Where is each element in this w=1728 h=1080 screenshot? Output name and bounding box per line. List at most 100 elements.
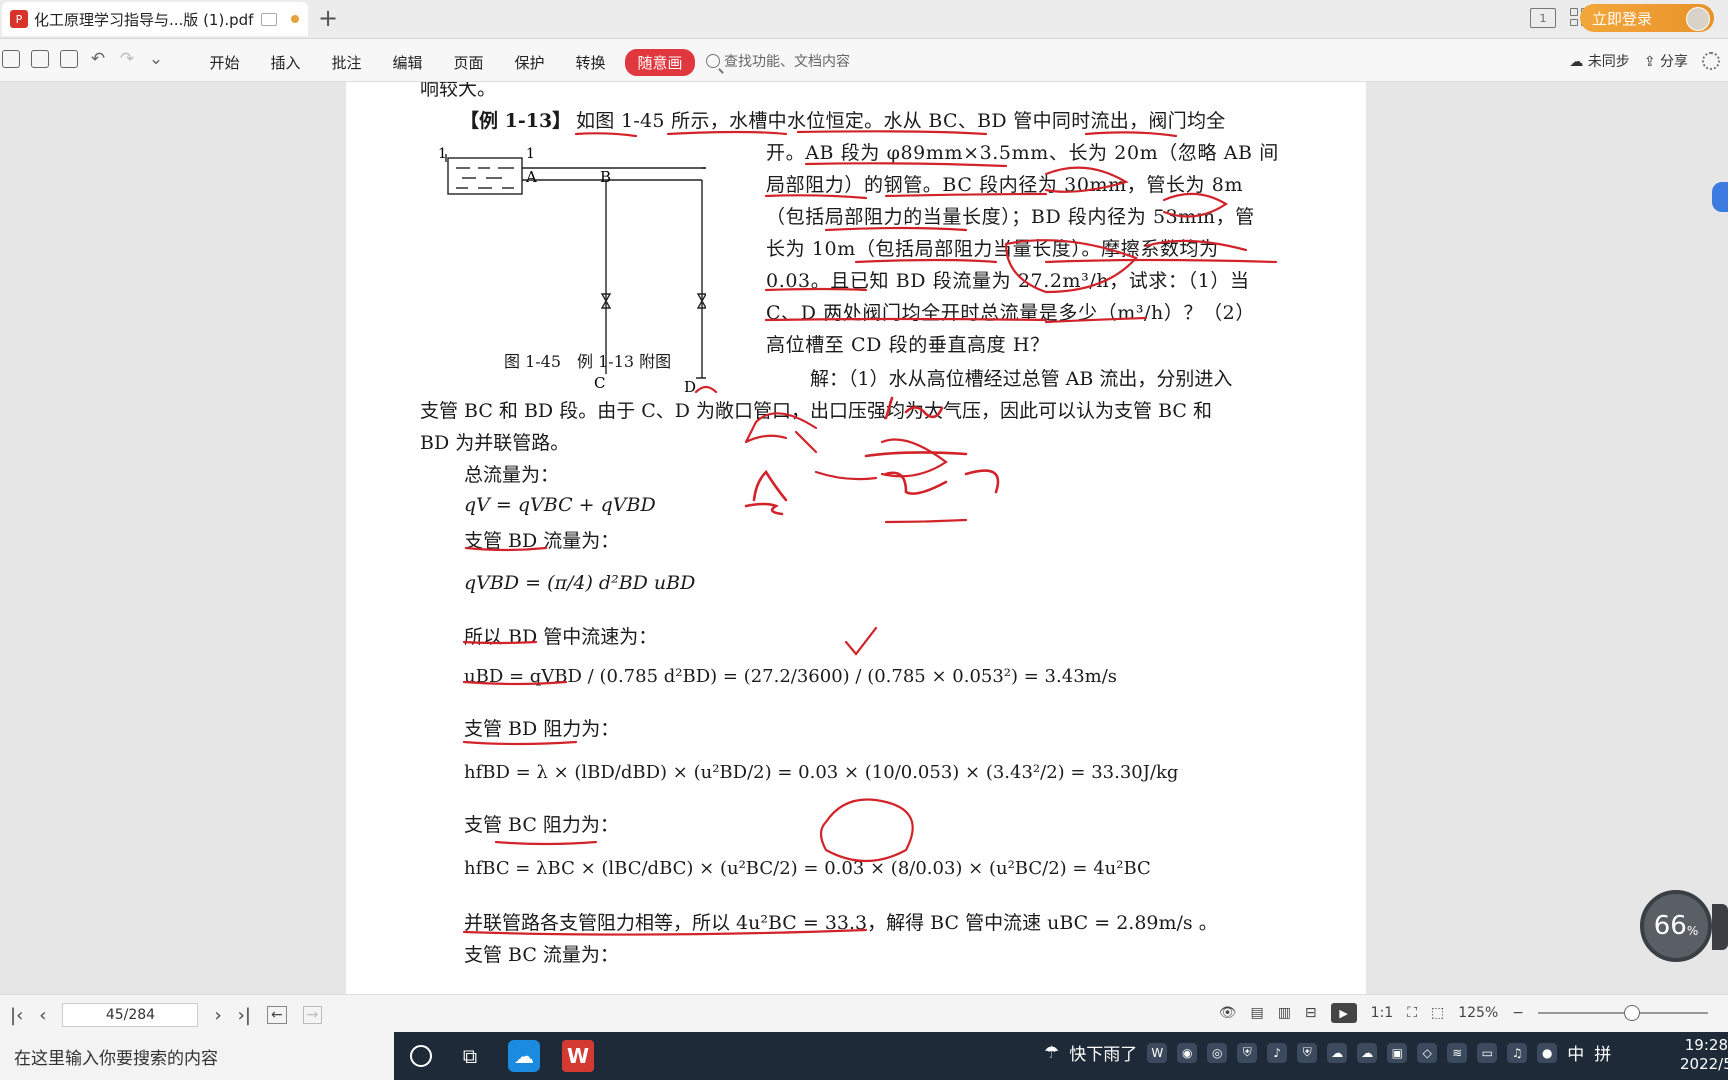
prev-page-icon[interactable]: ‹ xyxy=(39,1005,46,1026)
problem-line-3: 局部阻力）的钢管。BC 段内径为 30mm，管长为 8m xyxy=(766,174,1244,196)
system-tray: ☂ 快下雨了 W ◉ ◎ ⛨ ♪ ⛨ ☁ ☁ ▣ ◇ ≋ ▭ ♫ ● 中 拼 xyxy=(1044,1040,1611,1065)
total-flow-label: 总流量为： xyxy=(464,464,560,486)
new-tab-icon[interactable]: + xyxy=(318,4,338,32)
battery-icon[interactable]: ▭ xyxy=(1477,1042,1498,1063)
cortana-icon[interactable] xyxy=(410,1045,432,1067)
share-button[interactable]: ⇪ 分享 xyxy=(1644,51,1688,71)
menu-edit[interactable]: 编辑 xyxy=(377,49,438,76)
system-clock[interactable]: 19:28 2022/5 xyxy=(1680,1036,1728,1074)
toolbar-right: ☁ 未同步 ⇪ 分享 xyxy=(1569,51,1720,71)
menu-page[interactable]: 页面 xyxy=(438,49,499,76)
feature-search[interactable]: 查找功能、文档内容 xyxy=(706,51,850,71)
page-navigation: |‹ ‹ 45/284 › ›| ← → xyxy=(10,1003,323,1027)
speed-widget[interactable]: 66% xyxy=(1640,890,1712,962)
monitor-icon[interactable] xyxy=(261,12,278,26)
tray-misc-icon[interactable]: ◇ xyxy=(1417,1042,1438,1063)
eye-protect-icon[interactable]: 👁 xyxy=(1219,1005,1237,1021)
ime-indicator[interactable]: 中 xyxy=(1567,1040,1584,1065)
more-down-icon[interactable]: ⌄ xyxy=(147,50,165,68)
parallel-statement: 并联管路各支管阻力相等，所以 4u²BC = 33.3，解得 BC 管中流速 u… xyxy=(464,912,1218,934)
search-placeholder: 查找功能、文档内容 xyxy=(724,54,850,70)
actual-size-button[interactable]: 1:1 xyxy=(1371,1005,1394,1021)
menu-annotate[interactable]: 批注 xyxy=(316,49,377,76)
tray-wechat-icon[interactable]: ◉ xyxy=(1177,1042,1198,1063)
login-button[interactable]: 立即登录 xyxy=(1580,4,1714,32)
tray-wps-icon[interactable]: W xyxy=(1147,1042,1168,1063)
label-1b: 1 xyxy=(526,146,535,162)
eq-hfbc: hfBC = λBC × (lBC/dBC) × (u²BC/2) = 0.03… xyxy=(464,858,1151,879)
document-viewport[interactable]: 响较大。 【例 1-13】 如图 1-45 所示，水槽中水位恒定。水从 BC、B… xyxy=(0,82,1728,994)
volume-icon[interactable]: ♫ xyxy=(1507,1042,1528,1063)
wps-pdf-icon[interactable]: W xyxy=(562,1040,594,1072)
play-icon[interactable]: ▶ xyxy=(1330,1003,1357,1023)
zoom-level[interactable]: 125% xyxy=(1458,1005,1498,1021)
tray-mic-icon[interactable]: ♪ xyxy=(1267,1042,1288,1063)
tray-app2-icon[interactable]: ☁ xyxy=(1357,1042,1378,1063)
problem-line-7: C、D 两处阀门均全开时总流量是多少（m³/h）？（2） xyxy=(766,302,1255,324)
tab-title: 化工原理学习指导与...版 (1).pdf xyxy=(34,10,254,29)
zoom-out-icon[interactable]: − xyxy=(1512,1005,1524,1021)
side-assistant-icon[interactable] xyxy=(1712,182,1728,212)
solution-line-1: 解：（1）水从高位槽经过总管 AB 流出，分别进入 xyxy=(810,368,1233,390)
zoom-slider[interactable] xyxy=(1538,1005,1708,1021)
tray-qq-icon[interactable]: ● xyxy=(1537,1042,1558,1063)
menu-insert[interactable]: 插入 xyxy=(255,49,316,76)
weather-text[interactable]: 快下雨了 xyxy=(1069,1040,1137,1065)
fit-page-icon[interactable]: ⛶ xyxy=(1407,1005,1417,1021)
label-1a: 1 xyxy=(438,146,447,162)
first-page-icon[interactable]: |‹ xyxy=(10,1005,23,1026)
eq-bd-flow: qVBD = (π/4) d²BD uBD xyxy=(464,572,696,594)
label-c: C xyxy=(594,374,605,392)
ime-mode[interactable]: 拼 xyxy=(1594,1040,1611,1065)
solution-line-3: BD 为并联管路。 xyxy=(420,432,570,454)
tray-chrome-icon[interactable]: ◎ xyxy=(1207,1042,1228,1063)
settings-gear-icon[interactable] xyxy=(1702,52,1720,70)
pdf-page[interactable]: 响较大。 【例 1-13】 如图 1-45 所示，水槽中水位恒定。水从 BC、B… xyxy=(346,82,1366,994)
save-icon[interactable] xyxy=(31,50,49,68)
single-page-view-icon[interactable]: 1 xyxy=(1530,8,1556,28)
menu-start[interactable]: 开始 xyxy=(194,49,255,76)
fit-width-icon[interactable]: ⬚ xyxy=(1431,1005,1444,1021)
top-fragment: 响较大。 xyxy=(420,82,497,100)
example-label: 【例 1-13】 xyxy=(460,110,572,132)
redo-icon[interactable]: ↷ xyxy=(118,50,136,68)
status-bar: |‹ ‹ 45/284 › ›| ← → 👁 ▤ ▥ ⊟ ▶ 1:1 ⛶ ⬚ 1… xyxy=(0,994,1728,1033)
problem-line-6: 0.03。且已知 BD 段流量为 27.2m³/h，试求：（1）当 xyxy=(766,270,1250,292)
menu-freehand[interactable]: 随意画 xyxy=(625,49,695,76)
speed-widget-side[interactable] xyxy=(1712,904,1728,950)
app-blue-icon[interactable]: ☁ xyxy=(508,1040,540,1072)
task-view-icon[interactable]: ⧉ xyxy=(454,1040,486,1072)
taskbar-search[interactable]: 在这里输入你要搜索的内容 xyxy=(0,1032,394,1080)
wifi-icon[interactable]: ≋ xyxy=(1447,1042,1468,1063)
eq-ubd: uBD = qVBD / (0.785 d²BD) = (27.2/3600) … xyxy=(464,666,1118,687)
continuous-mode-icon[interactable]: ▥ xyxy=(1278,1005,1291,1021)
menu-convert[interactable]: 转换 xyxy=(560,49,621,76)
solution-line-2: 支管 BC 和 BD 段。由于 C、D 为敞口管口，出口压强均为大气压，因此可以… xyxy=(420,400,1212,422)
sync-button[interactable]: ☁ 未同步 xyxy=(1569,51,1629,71)
back-icon[interactable]: ← xyxy=(266,1006,287,1024)
windows-taskbar: 在这里输入你要搜索的内容 ⧉ ☁ W ☂ 快下雨了 W ◉ ◎ ⛨ ♪ ⛨ ☁ … xyxy=(0,1032,1728,1080)
next-page-icon[interactable]: › xyxy=(214,1005,221,1026)
weather-icon[interactable]: ☂ xyxy=(1044,1043,1059,1063)
bd-resistance-label: 支管 BD 阻力为： xyxy=(464,718,620,740)
problem-line-5: 长为 10m（包括局部阻力当量长度）。摩擦系数均为 xyxy=(766,238,1219,260)
page-number-input[interactable]: 45/284 xyxy=(62,1003,199,1027)
last-page-icon[interactable]: ›| xyxy=(238,1005,251,1026)
forward-icon[interactable]: → xyxy=(302,1006,323,1024)
tray-app-icon[interactable]: ☁ xyxy=(1327,1042,1348,1063)
label-a: A xyxy=(525,168,537,186)
single-page-mode-icon[interactable]: ▤ xyxy=(1250,1005,1263,1021)
quick-access: ↶ ↷ ⌄ xyxy=(2,50,165,68)
document-tab[interactable]: P 化工原理学习指导与...版 (1).pdf xyxy=(2,2,308,36)
tray-nvidia-icon[interactable]: ▣ xyxy=(1387,1042,1408,1063)
bc-resistance-label: 支管 BC 阻力为： xyxy=(464,814,619,836)
undo-icon[interactable]: ↶ xyxy=(89,50,107,68)
view-controls: 👁 ▤ ▥ ⊟ ▶ 1:1 ⛶ ⬚ 125% − xyxy=(1219,1003,1708,1023)
print-icon[interactable] xyxy=(60,50,78,68)
tray-security-icon[interactable]: ⛨ xyxy=(1297,1042,1318,1063)
search-icon xyxy=(706,54,720,68)
menu-protect[interactable]: 保护 xyxy=(499,49,560,76)
dual-page-icon[interactable]: ⊟ xyxy=(1305,1005,1317,1021)
open-folder-icon[interactable] xyxy=(2,50,20,68)
tray-shield-icon[interactable]: ⛨ xyxy=(1237,1042,1258,1063)
